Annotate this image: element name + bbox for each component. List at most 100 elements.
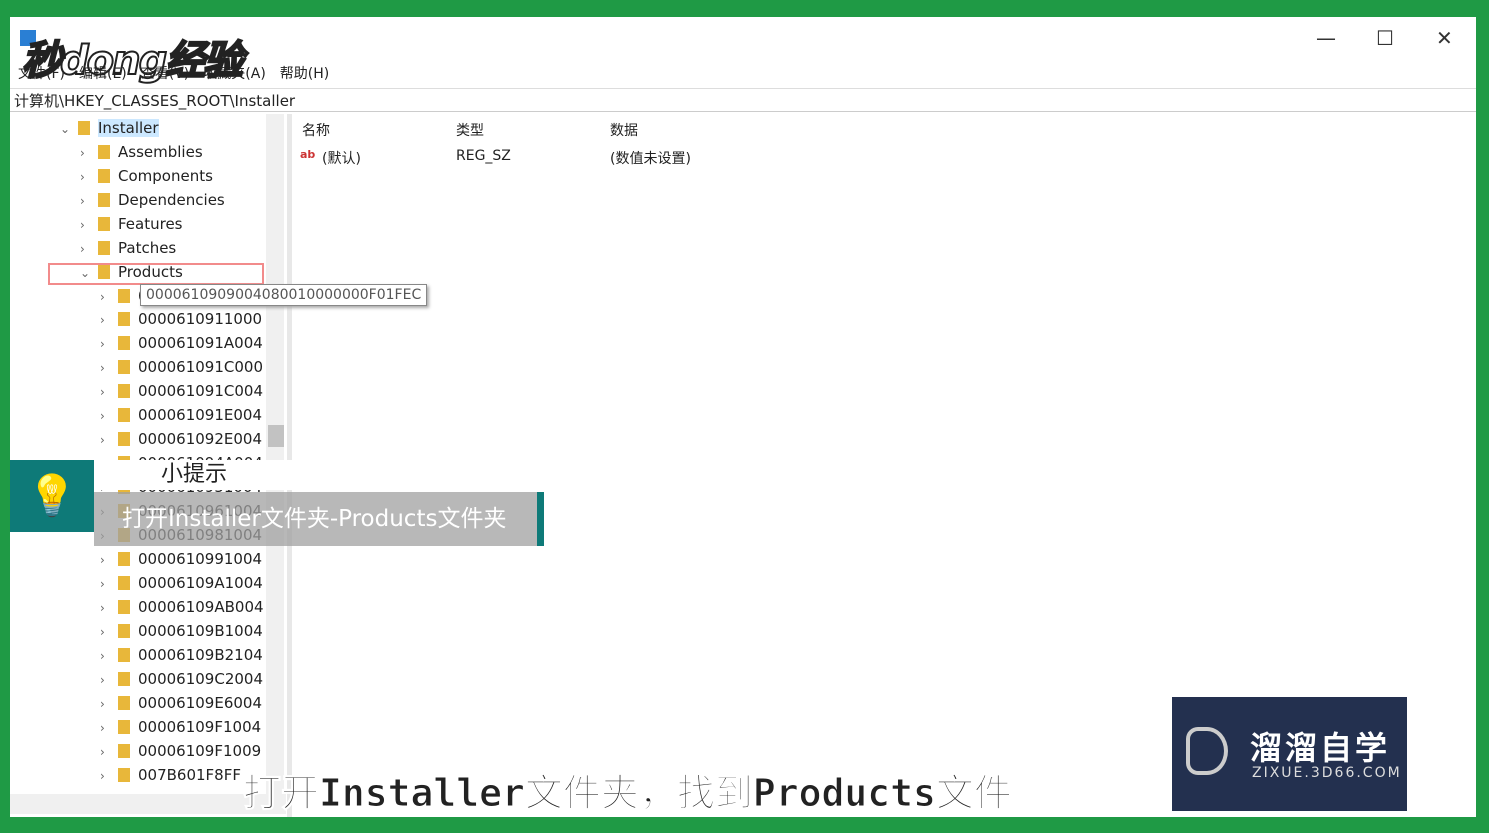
ab-string-icon: ab xyxy=(300,148,316,161)
tree-vertical-scrollbar[interactable] xyxy=(266,114,284,794)
subtitle: 打开Installer文件夹，找到Products文件 xyxy=(243,771,1013,816)
chevron-right-icon[interactable]: › xyxy=(100,764,114,788)
folder-icon xyxy=(118,552,130,566)
chevron-right-icon[interactable]: › xyxy=(100,644,114,668)
tree-item[interactable]: › 000061091C000 xyxy=(100,355,263,379)
tree-item[interactable]: › 0000610991004 xyxy=(100,547,262,571)
chevron-down-icon[interactable]: ⌄ xyxy=(60,117,74,141)
column-name[interactable]: 名称 xyxy=(302,120,330,140)
tree-item[interactable]: › 00006109B2104 xyxy=(100,643,263,667)
tree-item-label: 00006109E6004 xyxy=(138,694,262,712)
chevron-right-icon[interactable]: › xyxy=(100,285,114,309)
tree-item[interactable]: › 000061091C004 xyxy=(100,379,263,403)
tree-item[interactable]: › 00006109F1009 xyxy=(100,739,261,763)
folder-icon xyxy=(118,432,130,446)
folder-icon xyxy=(98,145,110,159)
value-type: REG_SZ xyxy=(456,148,511,164)
tree-item-label: 00006109F1004 xyxy=(138,718,262,736)
tree-item[interactable]: › 00006109A1004 xyxy=(100,571,263,595)
tree-item-label: 000061091C004 xyxy=(138,382,263,400)
tree-item-label: Installer xyxy=(98,119,159,137)
folder-icon xyxy=(118,696,130,710)
menu-file[interactable]: 文件(F) xyxy=(18,63,65,83)
folder-icon xyxy=(98,217,110,231)
chevron-right-icon[interactable]: › xyxy=(100,332,114,356)
tree-item[interactable]: › 007B601F8FF xyxy=(100,763,241,787)
tree-item-label: Patches xyxy=(118,239,177,257)
tree-item[interactable]: › 000061092E004 xyxy=(100,427,262,451)
tree-item[interactable]: › Assemblies xyxy=(80,140,203,164)
chevron-right-icon[interactable]: › xyxy=(80,165,94,189)
tree-item[interactable]: › 00006109AB004 xyxy=(100,595,264,619)
menu-help[interactable]: 帮助(H) xyxy=(280,63,329,83)
folder-icon xyxy=(118,672,130,686)
tree-item-label: 0000610911000 xyxy=(138,310,263,328)
folder-icon xyxy=(118,720,130,734)
tree-item-label: 007B601F8FF xyxy=(138,766,241,784)
tree-item-label: 000061091C000 xyxy=(138,358,263,376)
chevron-right-icon[interactable]: › xyxy=(100,548,114,572)
chevron-right-icon[interactable]: › xyxy=(100,404,114,428)
chevron-right-icon[interactable]: › xyxy=(80,213,94,237)
folder-icon xyxy=(118,289,130,303)
chevron-right-icon[interactable]: › xyxy=(80,141,94,165)
tree-item-label: Dependencies xyxy=(118,191,225,209)
menu-view[interactable]: 查看(V) xyxy=(141,63,190,83)
folder-icon xyxy=(118,600,130,614)
chevron-right-icon[interactable]: › xyxy=(100,596,114,620)
maximize-button[interactable]: ☐ xyxy=(1376,26,1394,50)
tree-item[interactable]: › Dependencies xyxy=(80,188,225,212)
menu-edit[interactable]: 编辑(E) xyxy=(79,63,127,83)
minimize-button[interactable]: — xyxy=(1316,26,1336,50)
chevron-right-icon[interactable]: › xyxy=(100,356,114,380)
chevron-right-icon[interactable]: › xyxy=(80,189,94,213)
folder-icon xyxy=(118,312,130,326)
tree-item[interactable]: › 00006109B1004 xyxy=(100,619,263,643)
chevron-right-icon[interactable]: › xyxy=(100,692,114,716)
chevron-right-icon[interactable]: › xyxy=(100,740,114,764)
brand-url: ZIXUE.3D66.COM xyxy=(1252,765,1402,781)
chevron-right-icon[interactable]: › xyxy=(100,308,114,332)
chevron-right-icon[interactable]: › xyxy=(100,380,114,404)
tree-item-label: Components xyxy=(118,167,213,185)
folder-icon xyxy=(118,576,130,590)
chevron-right-icon[interactable]: › xyxy=(100,572,114,596)
folder-icon xyxy=(98,193,110,207)
value-name[interactable]: (默认) xyxy=(322,148,361,168)
tree-item-label: 000061091A004 xyxy=(138,334,263,352)
tree-item-label: 000061092E004 xyxy=(138,430,262,448)
chevron-right-icon[interactable]: › xyxy=(100,428,114,452)
highlight-box xyxy=(48,263,264,285)
tree-item[interactable]: › 00006109C2004 xyxy=(100,667,263,691)
column-data[interactable]: 数据 xyxy=(610,120,638,140)
folder-icon xyxy=(98,169,110,183)
tree-item-label: 00006109F1009 xyxy=(138,742,262,760)
chevron-right-icon[interactable]: › xyxy=(100,620,114,644)
tree-item-label: Assemblies xyxy=(118,143,203,161)
tree-item-label: Features xyxy=(118,215,183,233)
column-type[interactable]: 类型 xyxy=(456,120,484,140)
brand-logo: 溜溜自学 ZIXUE.3D66.COM xyxy=(1172,697,1407,811)
address-bar[interactable]: 计算机\HKEY_CLASSES_ROOT\Installer xyxy=(10,88,1476,112)
tree-item[interactable]: › Components xyxy=(80,164,213,188)
chevron-right-icon[interactable]: › xyxy=(100,716,114,740)
brand-name: 溜溜自学 xyxy=(1250,729,1391,767)
tree-item[interactable]: › 000061091A004 xyxy=(100,331,263,355)
tree-item[interactable]: › Features xyxy=(80,212,183,236)
tree-item[interactable]: › 0000610911000 xyxy=(100,307,262,331)
folder-icon xyxy=(78,121,90,135)
tree-item[interactable]: › Patches xyxy=(80,236,176,260)
tree-item-label: 00006109C2004 xyxy=(138,670,263,688)
tree-item[interactable]: ⌄ Installer xyxy=(60,116,159,140)
tree-item[interactable]: › 00006109E6004 xyxy=(100,691,262,715)
tree-item-label: 0000610991004 xyxy=(138,550,263,568)
tree-item-label: 00006109AB004 xyxy=(138,598,264,616)
scroll-thumb[interactable] xyxy=(268,425,284,447)
tree-item[interactable]: › 000061091E004 xyxy=(100,403,262,427)
menu-favorites[interactable]: 收藏夹(A) xyxy=(203,63,266,83)
folder-icon xyxy=(118,744,130,758)
tree-item[interactable]: › 00006109F1004 xyxy=(100,715,261,739)
close-button[interactable]: ✕ xyxy=(1436,26,1453,50)
chevron-right-icon[interactable]: › xyxy=(80,237,94,261)
chevron-right-icon[interactable]: › xyxy=(100,668,114,692)
